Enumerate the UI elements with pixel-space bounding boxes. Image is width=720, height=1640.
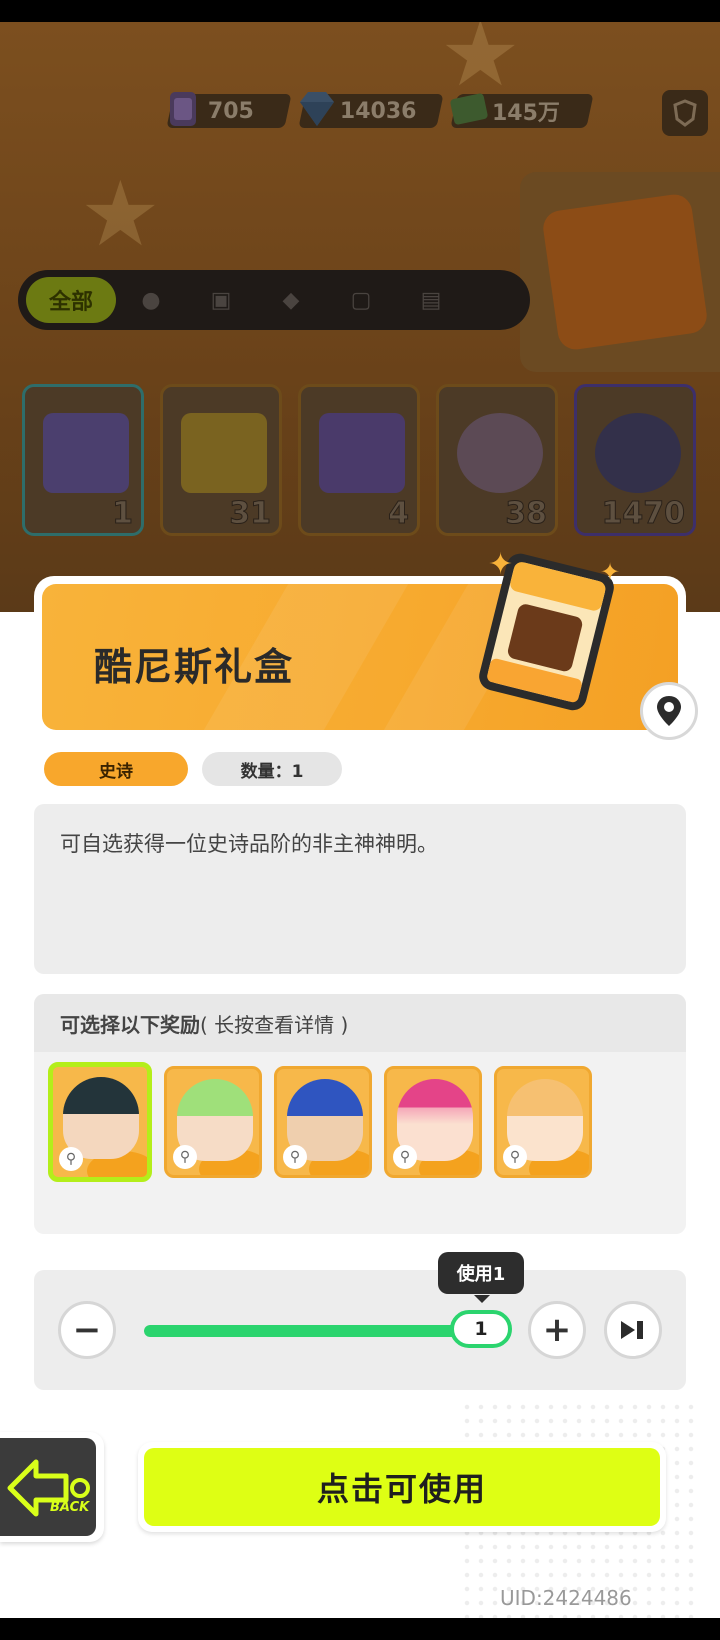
- person-icon: ●: [141, 287, 161, 313]
- slider-tooltip: 使用1: [438, 1252, 524, 1303]
- rarity-badge: 史诗: [44, 752, 188, 786]
- reward-character[interactable]: ⚲: [48, 1062, 152, 1182]
- star-decoration: ★: [80, 162, 161, 267]
- box-icon: ▣: [210, 287, 232, 313]
- skip-to-max-icon: [621, 1321, 643, 1339]
- world-promo-box[interactable]: [520, 172, 720, 372]
- slider-fill: [144, 1325, 492, 1337]
- back-arrow-icon: [7, 1459, 90, 1517]
- cash-icon: [450, 93, 488, 125]
- quantity-slider-track[interactable]: [144, 1325, 492, 1337]
- svg-text:✦: ✦: [488, 547, 513, 582]
- item-description: 可自选获得一位史诗品阶的非主神神明。: [34, 804, 686, 974]
- gem-count: 14036: [340, 98, 417, 124]
- inventory-item[interactable]: 4: [298, 384, 420, 536]
- inventory-item[interactable]: 1: [22, 384, 144, 536]
- use-button[interactable]: 点击可使用: [138, 1442, 666, 1532]
- tab-books[interactable]: ▤: [396, 277, 466, 323]
- back-label: BACK: [50, 1500, 90, 1515]
- gift-box-icon: ✦ ✦: [479, 547, 620, 711]
- tab-cards[interactable]: ▢: [326, 277, 396, 323]
- cash-currency[interactable]: 145万: [450, 92, 594, 130]
- tool-icon: ◆: [282, 287, 300, 313]
- location-pin-icon: [657, 696, 681, 726]
- tab-all[interactable]: 全部: [26, 277, 116, 323]
- inventory-item[interactable]: 38: [436, 384, 558, 536]
- gem-currency[interactable]: 14036: [298, 92, 444, 130]
- cash-count: 145万: [492, 101, 560, 126]
- svg-text:✦: ✦: [600, 558, 620, 586]
- key-icon: ⚲: [283, 1145, 307, 1169]
- key-icon: ⚲: [393, 1145, 417, 1169]
- plus-button[interactable]: +: [528, 1301, 586, 1359]
- reward-character[interactable]: ⚲: [274, 1066, 372, 1178]
- reward-options: ⚲ ⚲ ⚲ ⚲ ⚲: [48, 1062, 592, 1182]
- book-icon: ▤: [420, 287, 442, 313]
- max-button[interactable]: [604, 1301, 662, 1359]
- bottom-bar: [0, 1618, 720, 1640]
- minus-icon: −: [72, 1310, 102, 1350]
- tab-characters[interactable]: ●: [116, 277, 186, 323]
- use-button-label: 点击可使用: [144, 1448, 660, 1526]
- inventory-item[interactable]: 31: [160, 384, 282, 536]
- quantity-badge: 数量：1: [202, 752, 342, 786]
- ticket-count: 705: [208, 98, 254, 124]
- tab-boxes[interactable]: ▣: [186, 277, 256, 323]
- item-title: 酷尼斯礼盒: [94, 645, 295, 689]
- reward-character[interactable]: ⚲: [164, 1066, 262, 1178]
- slider-thumb[interactable]: 1: [450, 1310, 512, 1348]
- card-icon: ▢: [350, 287, 372, 313]
- user-id: UID:2424486: [500, 1586, 632, 1610]
- key-icon: ⚲: [59, 1147, 83, 1171]
- ticket-currency[interactable]: 705: [166, 92, 292, 130]
- ticket-icon: [170, 92, 196, 126]
- tab-equipment[interactable]: ◆: [256, 277, 326, 323]
- key-icon: ⚲: [173, 1145, 197, 1169]
- reward-selection: 可选择以下奖励( 长按查看详情 ) ⚲ ⚲ ⚲ ⚲ ⚲: [34, 994, 686, 1234]
- crest-icon[interactable]: [662, 90, 708, 136]
- currency-bar: 705 14036 145万: [166, 92, 594, 130]
- key-icon: ⚲: [503, 1145, 527, 1169]
- inventory-grid: 1 31 4 38 1470: [22, 384, 696, 536]
- minus-button[interactable]: −: [58, 1301, 116, 1359]
- reward-character[interactable]: ⚲: [384, 1066, 482, 1178]
- diamond-icon: [300, 92, 334, 126]
- quantity-slider-box: − 使用1 1 +: [34, 1252, 686, 1390]
- inventory-background: ★ ★ 705 14036 145万 全部 ● ▣ ◆ ▢ ▤ 1 31 4 3…: [0, 22, 720, 612]
- location-button[interactable]: [640, 682, 698, 740]
- reward-header: 可选择以下奖励( 长按查看详情 ): [34, 994, 686, 1052]
- plus-icon: +: [542, 1310, 572, 1350]
- back-button[interactable]: BACK: [0, 1432, 104, 1542]
- category-tabs: 全部 ● ▣ ◆ ▢ ▤: [18, 270, 530, 330]
- inventory-item[interactable]: 1470: [574, 384, 696, 536]
- reward-character[interactable]: ⚲: [494, 1066, 592, 1178]
